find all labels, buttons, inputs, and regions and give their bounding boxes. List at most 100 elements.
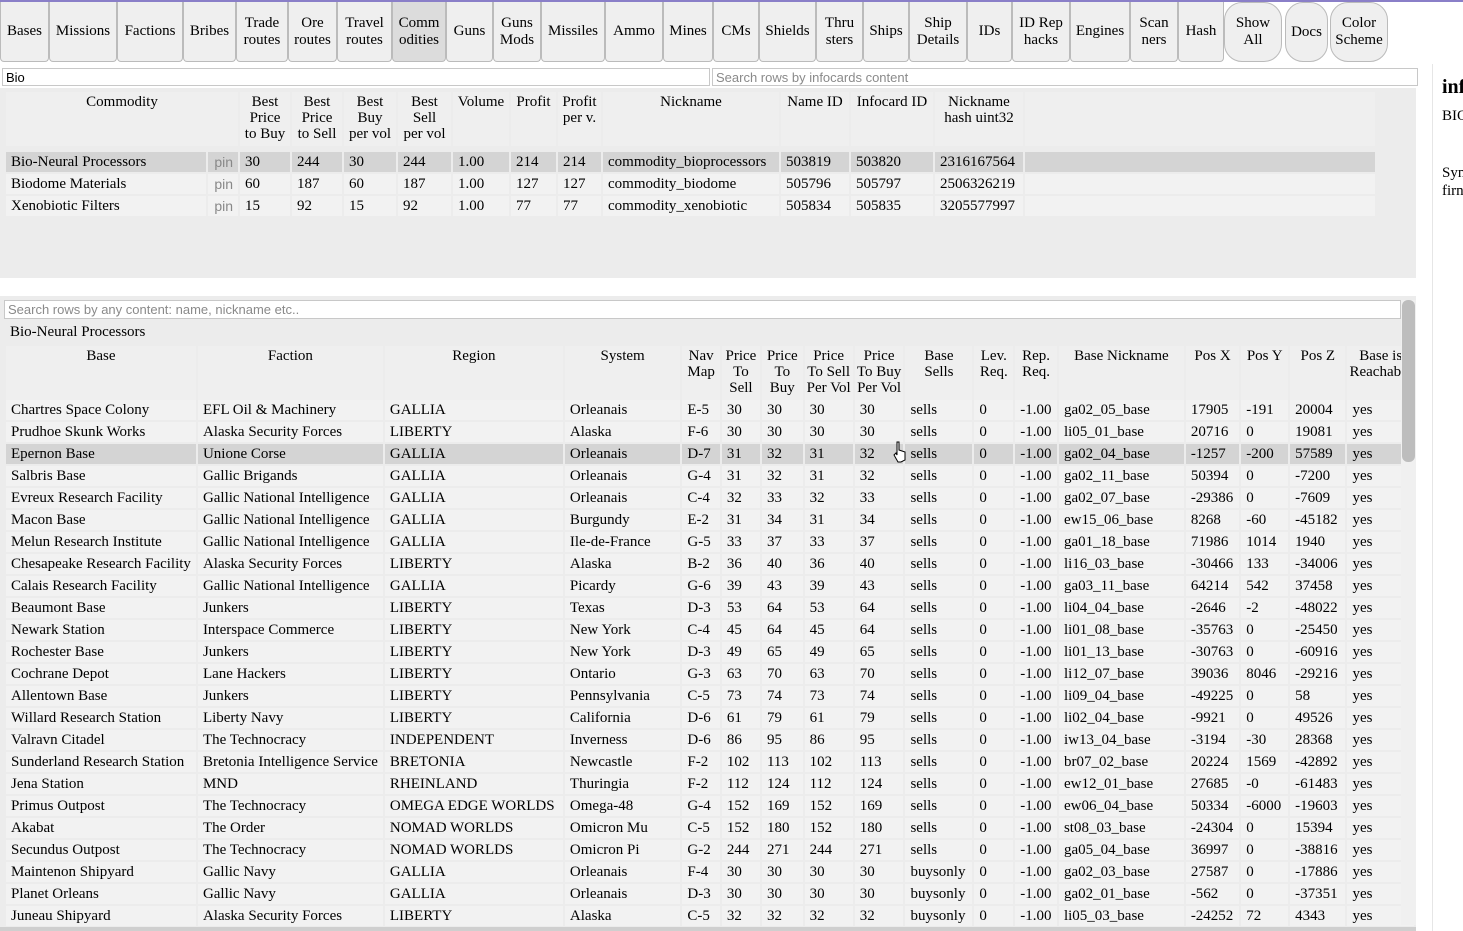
bases-header-cell[interactable]: Faction bbox=[197, 346, 383, 400]
table-row[interactable]: Newark Station Interspace Commerce LIBERTY… bbox=[6, 620, 1414, 642]
tab-ore-routes[interactable]: Ore routes bbox=[288, 2, 337, 62]
scrollbar-thumb[interactable] bbox=[1402, 300, 1415, 462]
table-row[interactable]: Planet Orleans Gallic Navy GALLIA Orleanais… bbox=[6, 884, 1414, 906]
tab-color-scheme[interactable]: Color Scheme bbox=[1330, 2, 1388, 62]
tab-hash[interactable]: Hash bbox=[1178, 2, 1224, 62]
bases-header-cell[interactable]: Price To Buy bbox=[761, 346, 803, 400]
table-row[interactable]: Valravn Citadel The Technocracy INDEPENDEN… bbox=[6, 730, 1414, 752]
commodities-header-cell[interactable]: Best Sell per vol bbox=[398, 92, 451, 146]
table-row[interactable]: Melun Research Institute Gallic National … bbox=[6, 532, 1414, 554]
tab-missions[interactable]: Missions bbox=[49, 2, 117, 62]
tab-ids[interactable]: IDs bbox=[967, 2, 1012, 62]
tab-thrusters[interactable]: Thru sters bbox=[816, 2, 863, 62]
table-cell: -1.00 bbox=[1015, 576, 1057, 598]
table-row[interactable]: Chartres Space Colony EFL Oil & Machinery… bbox=[6, 400, 1414, 422]
commodities-header-cell[interactable]: Name ID bbox=[781, 92, 849, 146]
commodities-header-cell[interactable]: Volume bbox=[453, 92, 509, 146]
table-row[interactable]: Beaumont Base Junkers LIBERTY Texas D-3 53 64 5… bbox=[6, 598, 1414, 620]
table-cell: 27685 bbox=[1185, 774, 1240, 796]
horizontal-scrollbar[interactable] bbox=[0, 927, 1416, 931]
table-cell: 30 bbox=[804, 884, 853, 906]
table-cell: -30763 bbox=[1185, 642, 1240, 664]
bases-header-cell[interactable]: Base bbox=[6, 346, 196, 400]
bases-header-cell[interactable]: Price To Buy Per Vol bbox=[854, 346, 904, 400]
tab-commodities[interactable]: Comm odities bbox=[392, 2, 446, 62]
table-row[interactable]: Chesapeake Research Facility Alaska Secur… bbox=[6, 554, 1414, 576]
table-row[interactable]: Salbris Base Gallic Brigands GALLIA Orleana… bbox=[6, 466, 1414, 488]
tab-bribes[interactable]: Bribes bbox=[183, 2, 236, 62]
bases-header-cell[interactable]: Base Sells bbox=[905, 346, 973, 400]
bases-header-cell[interactable]: System bbox=[564, 346, 681, 400]
commodities-header-cell[interactable]: Profit bbox=[511, 92, 556, 146]
table-row[interactable]: Epernon Base Unione Corse GALLIA Orleanais D… bbox=[6, 444, 1414, 466]
table-row[interactable]: Juneau Shipyard Alaska Security Forces LIB… bbox=[6, 906, 1414, 928]
table-row[interactable]: Allentown Base Junkers LIBERTY Pennsylvania… bbox=[6, 686, 1414, 708]
bases-header-cell[interactable]: Pos X bbox=[1185, 346, 1240, 400]
table-row[interactable]: Prudhoe Skunk Works Alaska Security Force… bbox=[6, 422, 1414, 444]
tab-ammo[interactable]: Ammo bbox=[605, 2, 663, 62]
tab-docs[interactable]: Docs bbox=[1285, 2, 1328, 62]
bases-header-cell[interactable]: Nav Map bbox=[682, 346, 720, 400]
bases-header-cell[interactable]: Region bbox=[384, 346, 563, 400]
bases-header-cell[interactable]: Rep. Req. bbox=[1015, 346, 1057, 400]
table-row[interactable]: Macon Base Gallic National Intelligence GA… bbox=[6, 510, 1414, 532]
commodities-header-cell[interactable]: Best Buy per vol bbox=[344, 92, 396, 146]
table-row[interactable]: Jena Station MND RHEINLAND Thuringia F-2 112 1… bbox=[6, 774, 1414, 796]
bases-header-cell[interactable]: Price To Sell Per Vol bbox=[804, 346, 853, 400]
table-row[interactable]: Secundus Outpost The Technocracy NOMAD WOR… bbox=[6, 840, 1414, 862]
main-filter-input[interactable] bbox=[2, 68, 710, 86]
tab-trade-routes[interactable]: Trade routes bbox=[236, 2, 288, 62]
table-row[interactable]: Xenobiotic Filters pin 15 92 15 92 1.00 77 77 com… bbox=[6, 196, 1375, 218]
table-cell: 65 bbox=[761, 642, 803, 664]
table-row[interactable]: Primus Outpost The Technocracy OMEGA EDGE … bbox=[6, 796, 1414, 818]
bases-header-cell[interactable]: Lev. Req. bbox=[974, 346, 1014, 400]
tab-missiles[interactable]: Missiles bbox=[541, 2, 605, 62]
tab-ship-details[interactable]: Ship Details bbox=[909, 2, 967, 62]
tab-guns-mods[interactable]: Guns Mods bbox=[493, 2, 541, 62]
infocard-search-input[interactable] bbox=[712, 68, 1418, 86]
table-row[interactable]: Maintenon Shipyard Gallic Navy GALLIA Orlea… bbox=[6, 862, 1414, 884]
pin-button[interactable]: pin bbox=[208, 174, 238, 196]
table-row[interactable]: Bio-Neural Processors pin 30 244 30 244 1.00 21… bbox=[6, 152, 1375, 174]
table-cell: 64 bbox=[854, 598, 904, 620]
table-cell: 64 bbox=[854, 620, 904, 642]
bases-search-input[interactable] bbox=[4, 300, 1401, 319]
commodities-header-cell[interactable]: Profit per v. bbox=[558, 92, 601, 146]
commodities-header-cell[interactable]: Commodity bbox=[6, 92, 238, 146]
tab-travel-routes[interactable]: Travel routes bbox=[337, 2, 392, 62]
tab-mines[interactable]: Mines bbox=[663, 2, 713, 62]
table-row[interactable]: Rochester Base Junkers LIBERTY New York D-3 4… bbox=[6, 642, 1414, 664]
commodities-header-cell[interactable]: Nickname hash uint32 bbox=[935, 92, 1023, 146]
tab-scanners[interactable]: Scan ners bbox=[1130, 2, 1178, 62]
bases-header-cell[interactable]: Pos Z bbox=[1290, 346, 1346, 400]
table-cell: GALLIA bbox=[384, 510, 563, 532]
commodities-header-cell[interactable]: Infocard ID bbox=[851, 92, 933, 146]
bases-header-cell[interactable]: Base Nickname bbox=[1058, 346, 1184, 400]
tab-engines[interactable]: Engines bbox=[1070, 2, 1130, 62]
tab-show-all[interactable]: Show All bbox=[1224, 2, 1282, 62]
bases-header-cell[interactable]: Pos Y bbox=[1241, 346, 1289, 400]
table-row[interactable]: Willard Research Station Liberty Navy LIBE… bbox=[6, 708, 1414, 730]
table-row[interactable]: Calais Research Facility Gallic National … bbox=[6, 576, 1414, 598]
tab-ships[interactable]: Ships bbox=[863, 2, 909, 62]
commodities-header-cell[interactable]: Nickname bbox=[603, 92, 779, 146]
tab-id-rep-hacks[interactable]: ID Rep hacks bbox=[1012, 2, 1070, 62]
pin-button[interactable]: pin bbox=[208, 152, 238, 174]
table-row[interactable]: Biodome Materials pin 60 187 60 187 1.00 127 127… bbox=[6, 174, 1375, 196]
tab-factions[interactable]: Factions bbox=[117, 2, 183, 62]
table-cell: sells bbox=[905, 664, 973, 686]
table-cell: 33 bbox=[804, 532, 853, 554]
tab-guns[interactable]: Guns bbox=[446, 2, 493, 62]
tab-cms[interactable]: CMs bbox=[713, 2, 759, 62]
table-cell: -1.00 bbox=[1015, 664, 1057, 686]
commodities-header-cell[interactable]: Best Price to Sell bbox=[292, 92, 342, 146]
tab-bases[interactable]: Bases bbox=[0, 2, 49, 62]
table-row[interactable]: Evreux Research Facility Gallic National … bbox=[6, 488, 1414, 510]
bases-header-cell[interactable]: Price To Sell bbox=[721, 346, 760, 400]
commodities-header-cell[interactable]: Best Price to Buy bbox=[240, 92, 290, 146]
table-row[interactable]: Sunderland Research Station Bretonia Inte… bbox=[6, 752, 1414, 774]
table-row[interactable]: Cochrane Depot Lane Hackers LIBERTY Ontario… bbox=[6, 664, 1414, 686]
table-row[interactable]: Akabat The Order NOMAD WORLDS Omicron Mu C-5… bbox=[6, 818, 1414, 840]
pin-button[interactable]: pin bbox=[208, 196, 238, 218]
tab-shields[interactable]: Shields bbox=[759, 2, 816, 62]
